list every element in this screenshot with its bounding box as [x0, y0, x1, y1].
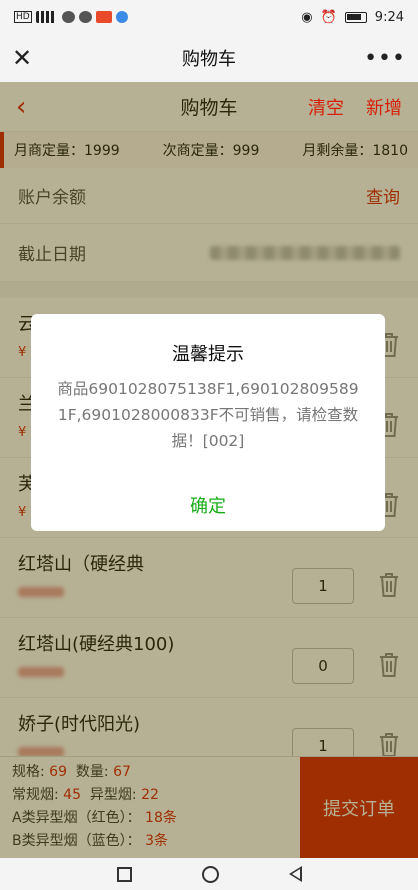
header-actions: 清空 新增 [308, 94, 402, 120]
alarm-icon: ⏰ [320, 9, 337, 25]
browser-icon [115, 11, 128, 23]
nav-back-icon[interactable] [288, 866, 302, 882]
recents-icon[interactable] [116, 866, 132, 882]
system-nav-bar [0, 858, 418, 890]
add-button[interactable]: 新增 [366, 94, 402, 120]
chat-icon [78, 11, 92, 23]
app-notification-icon [95, 11, 112, 23]
close-icon[interactable]: ✕ [12, 44, 42, 72]
clock-time: 9:24 [374, 9, 404, 25]
home-icon[interactable] [201, 865, 219, 883]
dialog-title: 温馨提示 [172, 344, 244, 365]
more-options-icon[interactable]: ••• [364, 46, 406, 71]
signal-icon [35, 11, 58, 23]
clear-button[interactable]: 清空 [308, 94, 344, 120]
status-icons-left: HD [14, 11, 128, 23]
webview-header: ✕ 购物车 ••• [0, 34, 418, 82]
dialog-message: 商品6901028075138F1,6901028095891F,6901028… [57, 380, 359, 450]
eye-icon: ◉ [301, 9, 313, 25]
status-bar: HD ◉ ⏰ 9:24 [0, 0, 418, 34]
status-icons-right: ◉ ⏰ 9:24 [301, 10, 404, 25]
webview-title: 购物车 [182, 49, 236, 70]
wechat-icon [61, 11, 75, 23]
hd-badge: HD [14, 11, 32, 23]
confirm-button[interactable]: 确定 [31, 492, 385, 532]
battery-icon [344, 11, 367, 23]
